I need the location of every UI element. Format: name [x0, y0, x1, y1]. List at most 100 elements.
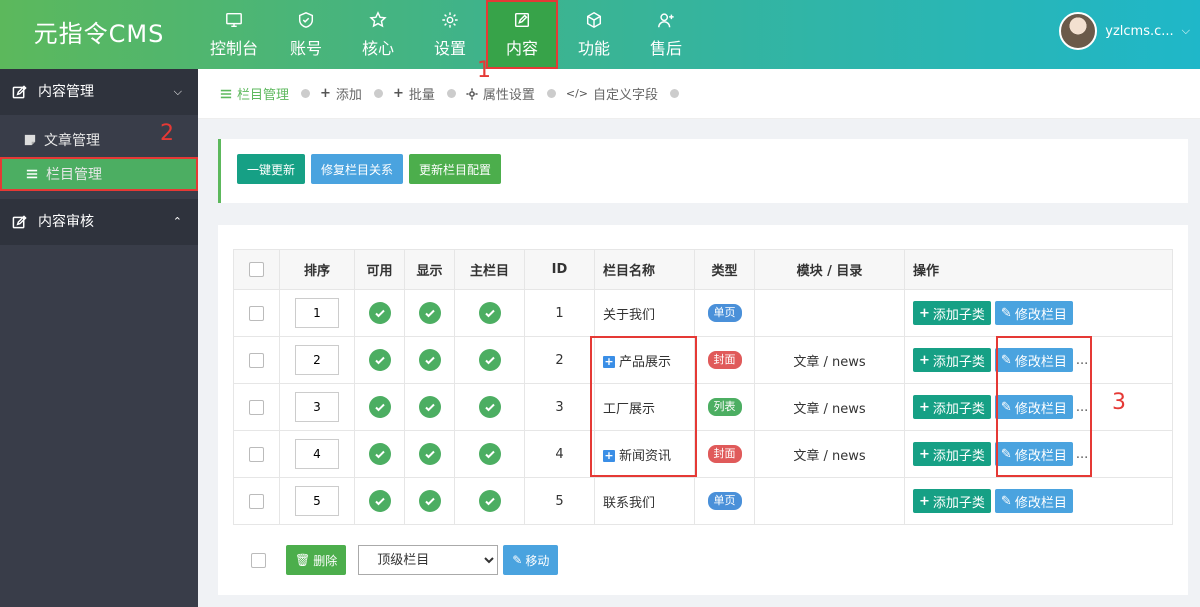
check-circle-icon[interactable] [418, 302, 441, 324]
expand-icon[interactable]: + [603, 356, 615, 368]
column-name: 关于我们 [603, 307, 656, 323]
check-circle-icon[interactable] [368, 490, 391, 512]
header-actions: 操作 [904, 249, 1173, 290]
type-badge: 单页 [707, 304, 742, 322]
edit-icon: ✎ [1000, 305, 1012, 321]
user-menu[interactable]: yzlcms.c... ⌵ [1059, 12, 1190, 50]
type-cell: 单页 [694, 289, 755, 337]
row-checkbox[interactable] [249, 305, 264, 321]
more-icon[interactable]: ... [1076, 447, 1088, 462]
add-child-button[interactable]: + 添加子类 [913, 395, 991, 419]
nav-item-features[interactable]: 功能 [558, 0, 630, 69]
add-child-button[interactable]: + 添加子类 [913, 301, 991, 325]
check-circle-icon[interactable] [418, 490, 441, 512]
chevron-down-icon[interactable]: ⌵ [1182, 24, 1190, 38]
header-enabled: 可用 [354, 249, 405, 290]
check-circle-icon[interactable] [368, 396, 391, 418]
more-icon[interactable]: ... [1076, 400, 1088, 415]
nav-item-aftersales[interactable]: 售后 [630, 0, 702, 69]
tab-column-manage[interactable]: 栏目管理 [220, 84, 289, 103]
check-circle-icon[interactable] [418, 396, 441, 418]
one-click-update-button[interactable]: 一键更新 [237, 154, 306, 184]
check-circle-icon[interactable] [418, 443, 441, 465]
nav-item-console[interactable]: 控制台 [198, 0, 270, 69]
update-config-button[interactable]: 更新栏目配置 [409, 154, 502, 184]
sort-input[interactable] [295, 345, 339, 375]
tab-batch[interactable]: + 批量 [393, 84, 435, 103]
sort-cell [279, 289, 355, 337]
table-header-row: 排序 可用 显示 主栏目 ID 栏目名称 类型 模块 / 目录 操作 [233, 249, 1173, 290]
tab-attributes[interactable]: 属性设置 [466, 84, 535, 103]
sidebar-group-review[interactable]: 内容审核 ⌃ [0, 199, 198, 245]
separator-dot [546, 89, 556, 98]
actions-cell: + 添加子类 ✎ 修改栏目 [904, 477, 1173, 525]
check-circle-icon[interactable] [368, 349, 391, 371]
table-row: 5联系我们单页+添加子类✎修改栏目 [233, 477, 1173, 525]
actions-cell: + 添加子类 ✎ 修改栏目 [904, 289, 1173, 337]
app-logo[interactable]: 元指令CMS [0, 0, 198, 69]
row-checkbox[interactable] [249, 399, 264, 415]
edit-column-button[interactable]: ✎ 修改栏目 [994, 489, 1073, 513]
expand-icon[interactable]: + [603, 450, 615, 462]
tab-custom-fields[interactable]: </> 自定义字段 [566, 84, 658, 103]
target-column-select[interactable]: 顶级栏目 [358, 545, 499, 575]
nav-label: 售后 [649, 38, 682, 58]
check-circle-icon[interactable] [478, 396, 501, 418]
add-child-button[interactable]: + 添加子类 [913, 348, 991, 372]
check-circle-icon[interactable] [368, 302, 391, 324]
edit-column-button[interactable]: ✎ 修改栏目 [994, 442, 1073, 466]
sort-cell [279, 477, 355, 525]
nav-label: 账号 [289, 38, 322, 58]
move-button[interactable]: ✎ 移动 [503, 545, 559, 575]
type-cell: 封面 [694, 336, 755, 384]
check-circle-icon[interactable] [478, 302, 501, 324]
tab-add[interactable]: + 添加 [320, 84, 362, 103]
module-cell: 文章 / news [754, 336, 905, 384]
annotation-number: 3 [1112, 390, 1126, 415]
add-child-button[interactable]: + 添加子类 [913, 489, 991, 513]
add-child-button[interactable]: + 添加子类 [913, 442, 991, 466]
row-checkbox[interactable] [249, 493, 264, 509]
top-nav: 控制台 账号 核心 设置 内容 功能 售后 [198, 0, 702, 69]
column-name: 产品展示 [619, 354, 672, 370]
bulk-select-checkbox[interactable] [251, 552, 266, 568]
edit-column-button[interactable]: ✎ 修改栏目 [994, 395, 1073, 419]
table-body: 1关于我们单页+添加子类✎修改栏目2+产品展示封面文章 / news+添加子类✎… [233, 289, 1173, 525]
header-sort: 排序 [279, 249, 355, 290]
more-icon[interactable]: ... [1076, 353, 1088, 368]
row-select-cell [233, 477, 280, 525]
avatar[interactable] [1059, 12, 1098, 50]
check-circle-icon[interactable] [478, 443, 501, 465]
nav-item-core[interactable]: 核心 [342, 0, 414, 69]
select-all-checkbox[interactable] [249, 262, 264, 277]
delete-button[interactable]: 🗑 删除 [286, 545, 347, 575]
nav-item-content[interactable]: 内容 [486, 0, 558, 69]
check-circle-icon[interactable] [418, 349, 441, 371]
type-cell: 单页 [694, 477, 755, 525]
main-column-cell [454, 289, 525, 337]
header-select[interactable] [233, 249, 280, 290]
row-checkbox[interactable] [249, 352, 264, 368]
row-checkbox[interactable] [249, 446, 264, 462]
edit-column-button[interactable]: ✎ 修改栏目 [994, 301, 1073, 325]
id-cell: 1 [524, 289, 595, 337]
sidebar-item-columns[interactable]: 栏目管理 [0, 157, 198, 191]
check-circle-icon[interactable] [478, 349, 501, 371]
sort-input[interactable] [295, 298, 339, 328]
check-circle-icon[interactable] [368, 443, 391, 465]
sort-input[interactable] [295, 439, 339, 469]
user-name[interactable]: yzlcms.c... [1105, 24, 1173, 39]
nav-item-account[interactable]: 账号 [270, 0, 342, 69]
plus-icon: + [919, 399, 930, 415]
repair-relations-button[interactable]: 修复栏目关系 [311, 154, 404, 184]
tab-label: 添加 [335, 88, 362, 103]
edit-column-button[interactable]: ✎ 修改栏目 [994, 348, 1073, 372]
table-row: 1 关于我们 单页 +添加子类✎修改栏目 [233, 289, 1173, 337]
nav-item-settings[interactable]: 设置 [414, 0, 486, 69]
sort-input[interactable] [295, 486, 339, 516]
sort-input[interactable] [295, 392, 339, 422]
check-circle-icon[interactable] [478, 490, 501, 512]
sidebar-group-content[interactable]: 内容管理 ⌵ [0, 69, 198, 115]
enabled-cell [354, 477, 405, 525]
breadcrumb: 栏目管理 + 添加 + 批量 属性设置 </> 自定义字段 [198, 69, 1200, 119]
